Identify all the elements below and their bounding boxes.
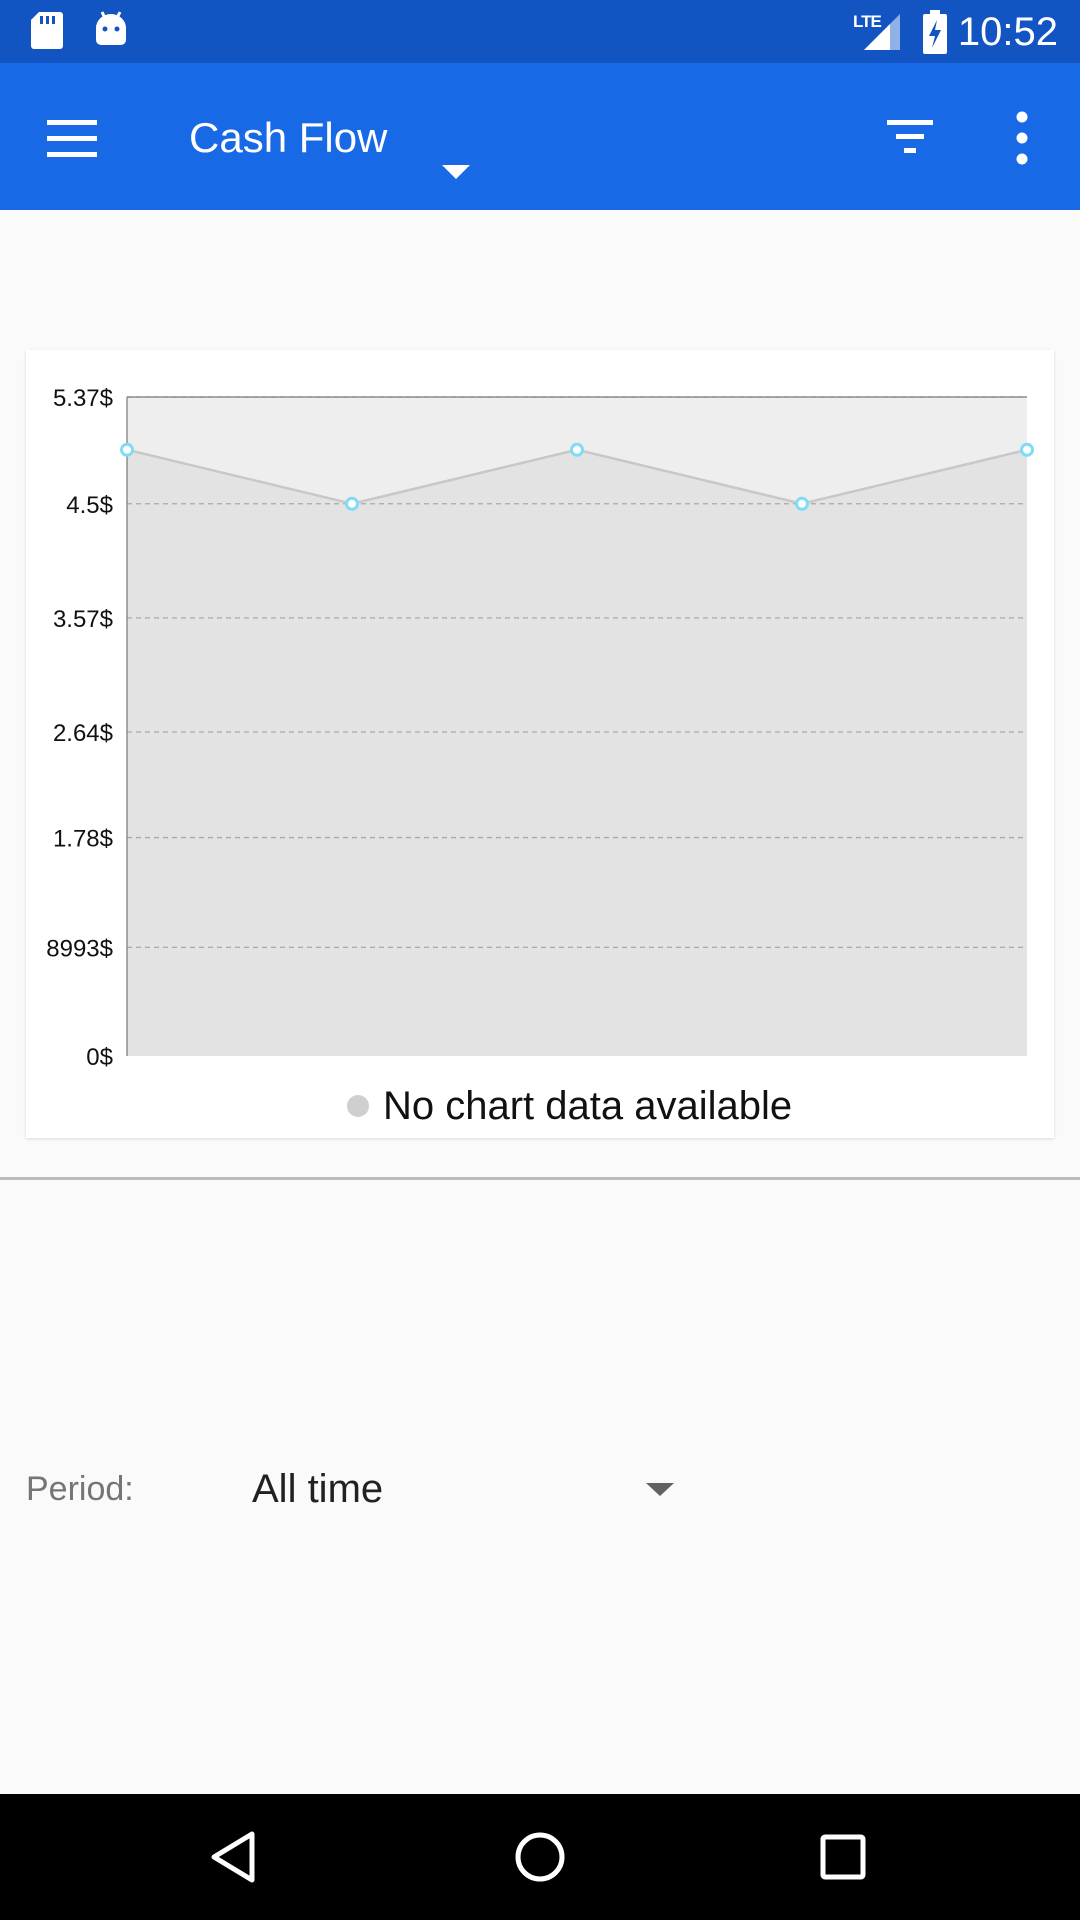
- data-point: [345, 496, 359, 511]
- recents-icon: [820, 1834, 866, 1880]
- home-icon: [515, 1832, 565, 1882]
- period-dropdown[interactable]: All time: [250, 1455, 680, 1523]
- y-tick-label: 4.5$: [66, 492, 113, 519]
- data-point: [1020, 442, 1034, 457]
- period-value: All time: [252, 1467, 384, 1511]
- recents-button[interactable]: [778, 1812, 908, 1902]
- back-icon: [211, 1831, 255, 1883]
- system-nav-bar: [0, 1794, 1080, 1920]
- period-label: Period:: [26, 1470, 134, 1508]
- divider: [0, 1177, 1080, 1180]
- y-tick-label: 1.78$: [53, 826, 113, 853]
- app-root: LTE 10:52 Cash Flow 0$ 8993$ 1.78$ 2.64$ 3.5…: [0, 0, 1080, 1920]
- data-point: [795, 496, 809, 511]
- y-tick-label: 8993$: [46, 935, 113, 962]
- cash-flow-chart: 0$ 8993$ 1.78$ 2.64$ 3.57$ 4.5$ 5.37$: [46, 385, 1034, 1071]
- y-tick-label: 3.57$: [53, 606, 113, 633]
- chevron-down-icon: [646, 1483, 674, 1496]
- data-point: [120, 442, 134, 457]
- data-point: [570, 442, 584, 457]
- home-button[interactable]: [475, 1812, 605, 1902]
- legend-marker: [347, 1095, 369, 1117]
- y-tick-label: 0$: [86, 1044, 113, 1071]
- chart-legend: No chart data available: [0, 1078, 1080, 1134]
- back-button[interactable]: [168, 1812, 298, 1902]
- area-fill: [127, 449, 1027, 1057]
- y-tick-label: 5.37$: [53, 385, 113, 412]
- legend-text: No chart data available: [383, 1084, 793, 1128]
- y-tick-label: 2.64$: [53, 720, 113, 747]
